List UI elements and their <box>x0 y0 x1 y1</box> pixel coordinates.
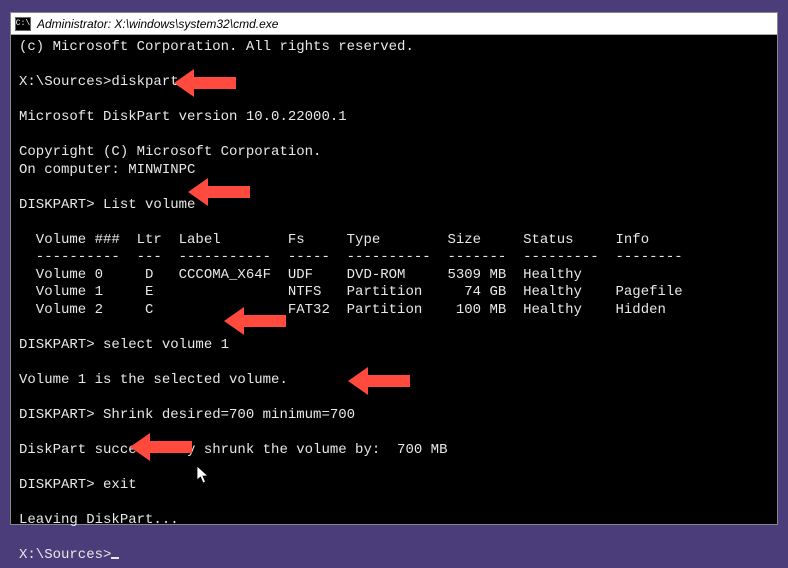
text-line: DiskPart successfully shrunk the volume … <box>19 442 447 458</box>
prompt-line: DISKPART> Shrink desired=700 minimum=700 <box>19 407 355 423</box>
table-divider: ---------- --- ----------- ----- -------… <box>19 249 683 265</box>
prompt-line: DISKPART> exit <box>19 477 137 493</box>
window-title: Administrator: X:\windows\system32\cmd.e… <box>37 17 278 31</box>
cmd-icon: C:\ <box>15 17 31 31</box>
text-line: Volume 1 is the selected volume. <box>19 372 288 388</box>
text-line: On computer: MINWINPC <box>19 162 195 178</box>
terminal-output[interactable]: (c) Microsoft Corporation. All rights re… <box>11 35 777 568</box>
prompt-line: DISKPART> select volume 1 <box>19 337 229 353</box>
titlebar[interactable]: C:\ Administrator: X:\windows\system32\c… <box>11 13 777 35</box>
text-line: Leaving DiskPart... <box>19 512 179 528</box>
table-row: Volume 0 D CCCOMA_X64F UDF DVD-ROM 5309 … <box>19 267 582 283</box>
cmd-window: C:\ Administrator: X:\windows\system32\c… <box>10 12 778 525</box>
text-cursor <box>111 557 119 559</box>
table-header: Volume ### Ltr Label Fs Type Size Status… <box>19 232 649 248</box>
table-row: Volume 2 C FAT32 Partition 100 MB Health… <box>19 302 666 318</box>
text-line: Copyright (C) Microsoft Corporation. <box>19 144 321 160</box>
prompt-line: X:\Sources> <box>19 547 111 563</box>
text-line: (c) Microsoft Corporation. All rights re… <box>19 39 414 55</box>
prompt-line: X:\Sources>diskpart <box>19 74 179 90</box>
prompt-line: DISKPART> List volume <box>19 197 195 213</box>
text-line: Microsoft DiskPart version 10.0.22000.1 <box>19 109 347 125</box>
table-row: Volume 1 E NTFS Partition 74 GB Healthy … <box>19 284 683 300</box>
